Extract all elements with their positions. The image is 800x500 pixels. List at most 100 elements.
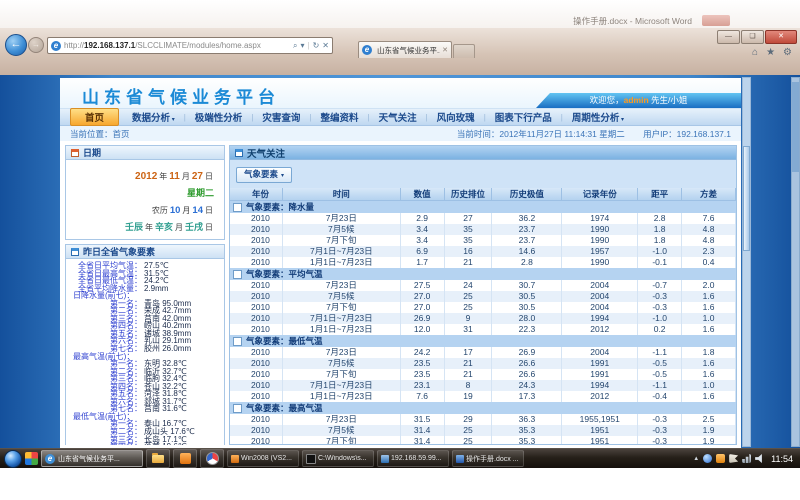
nav-item-7[interactable]: 图表下行产品 <box>486 110 561 124</box>
background-window: 操作手册.docx - Microsoft Word <box>0 0 800 28</box>
taskbar-button[interactable]: Win2008 (VS2... <box>227 450 299 467</box>
welcome-username: admin <box>624 95 649 105</box>
table-cell: 7月23日 <box>283 347 401 358</box>
address-bar[interactable]: e http://192.168.137.1/SLCCLIMATE/module… <box>47 37 333 54</box>
calendar-panel-title: 日期 <box>83 146 101 159</box>
table-cell: 1.9 <box>682 425 736 436</box>
table-cell: 21 <box>445 257 493 268</box>
stop-icon[interactable]: ✕ <box>322 41 329 50</box>
network-icon[interactable] <box>742 454 751 463</box>
scrollbar-thumb[interactable] <box>743 146 750 251</box>
browser-tab[interactable]: e 山东省气候业务平... ✕ <box>358 41 452 58</box>
maximize-button[interactable]: ❏ <box>741 30 764 44</box>
explorer-taskbar-button[interactable] <box>146 449 170 468</box>
table-row: 20107月23日24.21726.92004-1.11.8 <box>230 347 736 358</box>
tray-network-app-icon[interactable] <box>703 454 712 463</box>
table-cell: 2004 <box>562 280 638 291</box>
chevron-down-icon: ▾ <box>281 173 284 179</box>
taskbar-button[interactable]: 操作手册.docx ... <box>452 450 524 467</box>
app-taskbar-button[interactable] <box>173 449 197 468</box>
forward-button[interactable]: → <box>28 37 44 53</box>
table-cell: 35.3 <box>492 425 562 436</box>
nav-item-6[interactable]: 风向玫瑰 <box>428 110 484 124</box>
group-checkbox[interactable] <box>233 270 242 279</box>
taskbar-button[interactable]: 192.168.59.99... <box>377 450 449 467</box>
table-cell: -1.0 <box>638 246 682 257</box>
table-cell: 21 <box>445 358 493 369</box>
group-row: 气象要素：平均气温 <box>230 268 736 280</box>
gear-icon[interactable]: ⚙ <box>783 47 792 58</box>
table-cell: 1990 <box>562 257 638 268</box>
table-cell: 12.0 <box>401 324 445 335</box>
tab-favicon-icon: e <box>362 45 372 55</box>
table-cell: 1955,1951 <box>562 414 638 425</box>
nav-item-8[interactable]: 周期性分析 ▾ <box>563 110 633 124</box>
table-cell: 7月5候 <box>283 291 401 302</box>
tab-close-icon[interactable]: ✕ <box>442 46 448 54</box>
group-checkbox[interactable] <box>233 404 242 413</box>
table-cell: -0.3 <box>638 425 682 436</box>
column-header: 历史极值 <box>492 188 562 200</box>
taskbar-active-button[interactable]: e 山东省气候业务平... <box>41 450 143 467</box>
current-time: 当前时间：2012年11月27日 11:14:31 星期二 <box>457 129 625 139</box>
action-center-flag-icon[interactable] <box>729 454 738 463</box>
table-cell: 2010 <box>239 246 283 257</box>
table-cell: 7月5候 <box>283 224 401 235</box>
app-taskbar-button[interactable] <box>200 449 224 468</box>
speaker-icon[interactable] <box>755 454 764 463</box>
table-cell: 24 <box>445 280 493 291</box>
nav-item-2[interactable]: 极端性分析 <box>186 110 252 124</box>
table-cell: 3.4 <box>401 235 445 246</box>
nav-item-0[interactable]: 首页 <box>70 108 119 126</box>
taskbar-button[interactable]: C:\Windows\s... <box>302 450 374 467</box>
table-cell: 1974 <box>562 213 638 224</box>
group-label: 气象要素：最高气温 <box>246 402 323 414</box>
table-cell: 1957 <box>562 246 638 257</box>
taskbar-clock[interactable]: 11:54 <box>771 454 793 464</box>
orange-app-icon <box>180 453 191 464</box>
table-cell: 1994 <box>562 380 638 391</box>
minimize-button[interactable]: — <box>717 30 740 44</box>
table-cell: 1.9 <box>682 436 736 445</box>
table-cell: 1.0 <box>682 380 736 391</box>
table-cell: 1.0 <box>682 313 736 324</box>
group-row: 气象要素：最低气温 <box>230 335 736 347</box>
content-scrollbar[interactable] <box>742 77 751 447</box>
home-icon[interactable]: ⌂ <box>752 47 758 58</box>
table-cell: 19 <box>445 391 493 402</box>
table-cell: -0.5 <box>638 358 682 369</box>
table-cell: 0.2 <box>638 324 682 335</box>
scrollbar-thumb[interactable] <box>792 82 799 172</box>
back-button[interactable]: ← <box>5 34 27 56</box>
window-scrollbar[interactable] <box>791 77 800 447</box>
table-cell: 1.8 <box>638 235 682 246</box>
group-checkbox[interactable] <box>233 337 242 346</box>
tray-expand-icon[interactable]: ▲ <box>693 456 699 462</box>
table-cell: 16 <box>445 246 493 257</box>
nav-item-1[interactable]: 数据分析 ▾ <box>123 110 184 124</box>
nav-item-5[interactable]: 天气关注 <box>370 110 426 124</box>
table-cell: 7.6 <box>401 391 445 402</box>
search-icon[interactable]: ⌕ <box>293 41 297 51</box>
main-panel-header: 天气关注 <box>230 146 736 160</box>
tray-security-icon[interactable] <box>716 454 725 463</box>
group-label: 气象要素：降水量 <box>246 201 314 213</box>
taskbar-button-icon <box>306 454 316 464</box>
refresh-icon[interactable]: ↻ <box>313 41 320 50</box>
window-controls: — ❏ ✕ <box>716 30 797 44</box>
table-cell: 22.3 <box>492 324 562 335</box>
chevron-down-icon[interactable]: ▾ <box>301 41 305 50</box>
group-checkbox[interactable] <box>233 203 242 212</box>
table-cell: 24.2 <box>401 347 445 358</box>
close-button[interactable]: ✕ <box>765 30 797 44</box>
star-icon[interactable]: ★ <box>766 47 775 58</box>
start-button[interactable] <box>4 450 22 468</box>
quick-launch-icon[interactable] <box>25 452 38 465</box>
nav-item-4[interactable]: 整编资料 <box>311 110 367 124</box>
new-tab-button[interactable] <box>453 44 475 58</box>
taskbar-button-icon <box>381 455 389 463</box>
element-filter-button[interactable]: 气象要素▾ <box>236 167 292 183</box>
table-cell: 2010 <box>239 358 283 369</box>
column-header: 数值 <box>401 188 445 200</box>
nav-item-3[interactable]: 灾害查询 <box>253 110 309 124</box>
